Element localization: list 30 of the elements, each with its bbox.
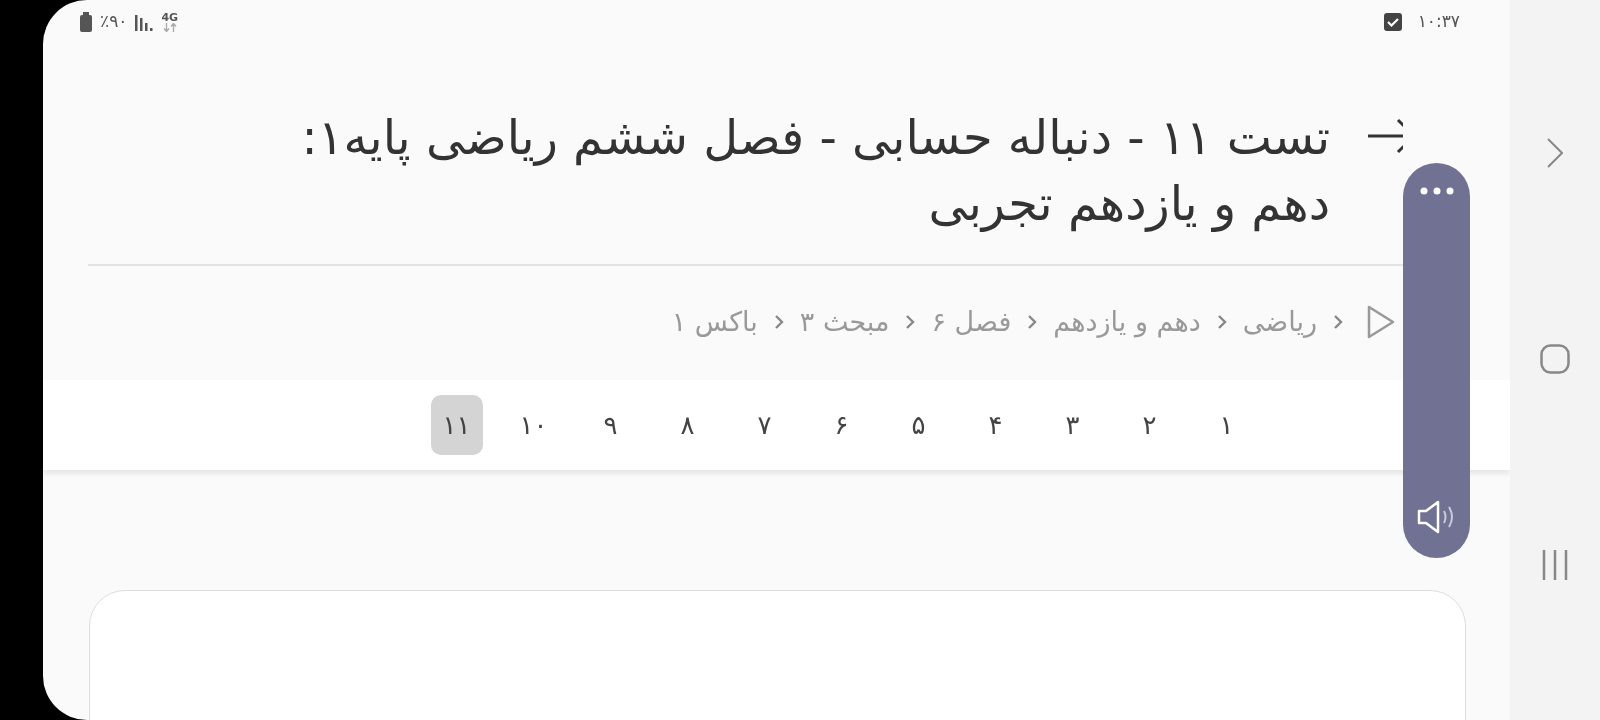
page-number-button[interactable]: ۴ [969,395,1022,455]
signal-icon [135,13,154,31]
home-button-icon[interactable] [1540,344,1570,374]
page-number-button[interactable]: ۱۰ [507,395,560,455]
page-number-button[interactable]: ۱ [1200,395,1253,455]
page-number-button[interactable]: ۹ [584,395,637,455]
page-number-button[interactable]: ۷ [738,395,791,455]
recent-apps-icon[interactable] [1541,550,1569,580]
page-number-button[interactable]: ۳ [1046,395,1099,455]
page-number-button[interactable]: ۲ [1123,395,1176,455]
battery-icon [80,12,92,32]
page-number-button[interactable]: ۱۱ [430,395,483,455]
page-number-button[interactable]: ۸ [661,395,714,455]
play-icon[interactable] [1367,305,1395,339]
chevron-icon [773,314,784,330]
more-options-icon[interactable] [1419,187,1454,195]
page-title: تست ۱۱ - دنباله حسابی - فصل ششم ریاضی پایه۱: دهم و یازدهم تجربی [300,108,1330,234]
battery-percent: ٪۹۰ [100,10,128,34]
back-arrow-icon[interactable] [1366,116,1403,156]
chevron-icon [905,314,916,330]
network-type: 4G [161,12,179,23]
checkbox-notification-icon [1383,13,1402,31]
chevron-icon [1216,314,1227,330]
chevron-right-icon[interactable] [1547,138,1563,168]
page-number-button[interactable]: ۵ [892,395,945,455]
clock-time: ۱۰:۳۷ [1417,10,1460,34]
chevron-icon [1333,314,1343,330]
data-arrows-icon [162,23,177,32]
chevron-icon [1027,314,1038,330]
page-number-button[interactable]: ۶ [815,395,868,455]
